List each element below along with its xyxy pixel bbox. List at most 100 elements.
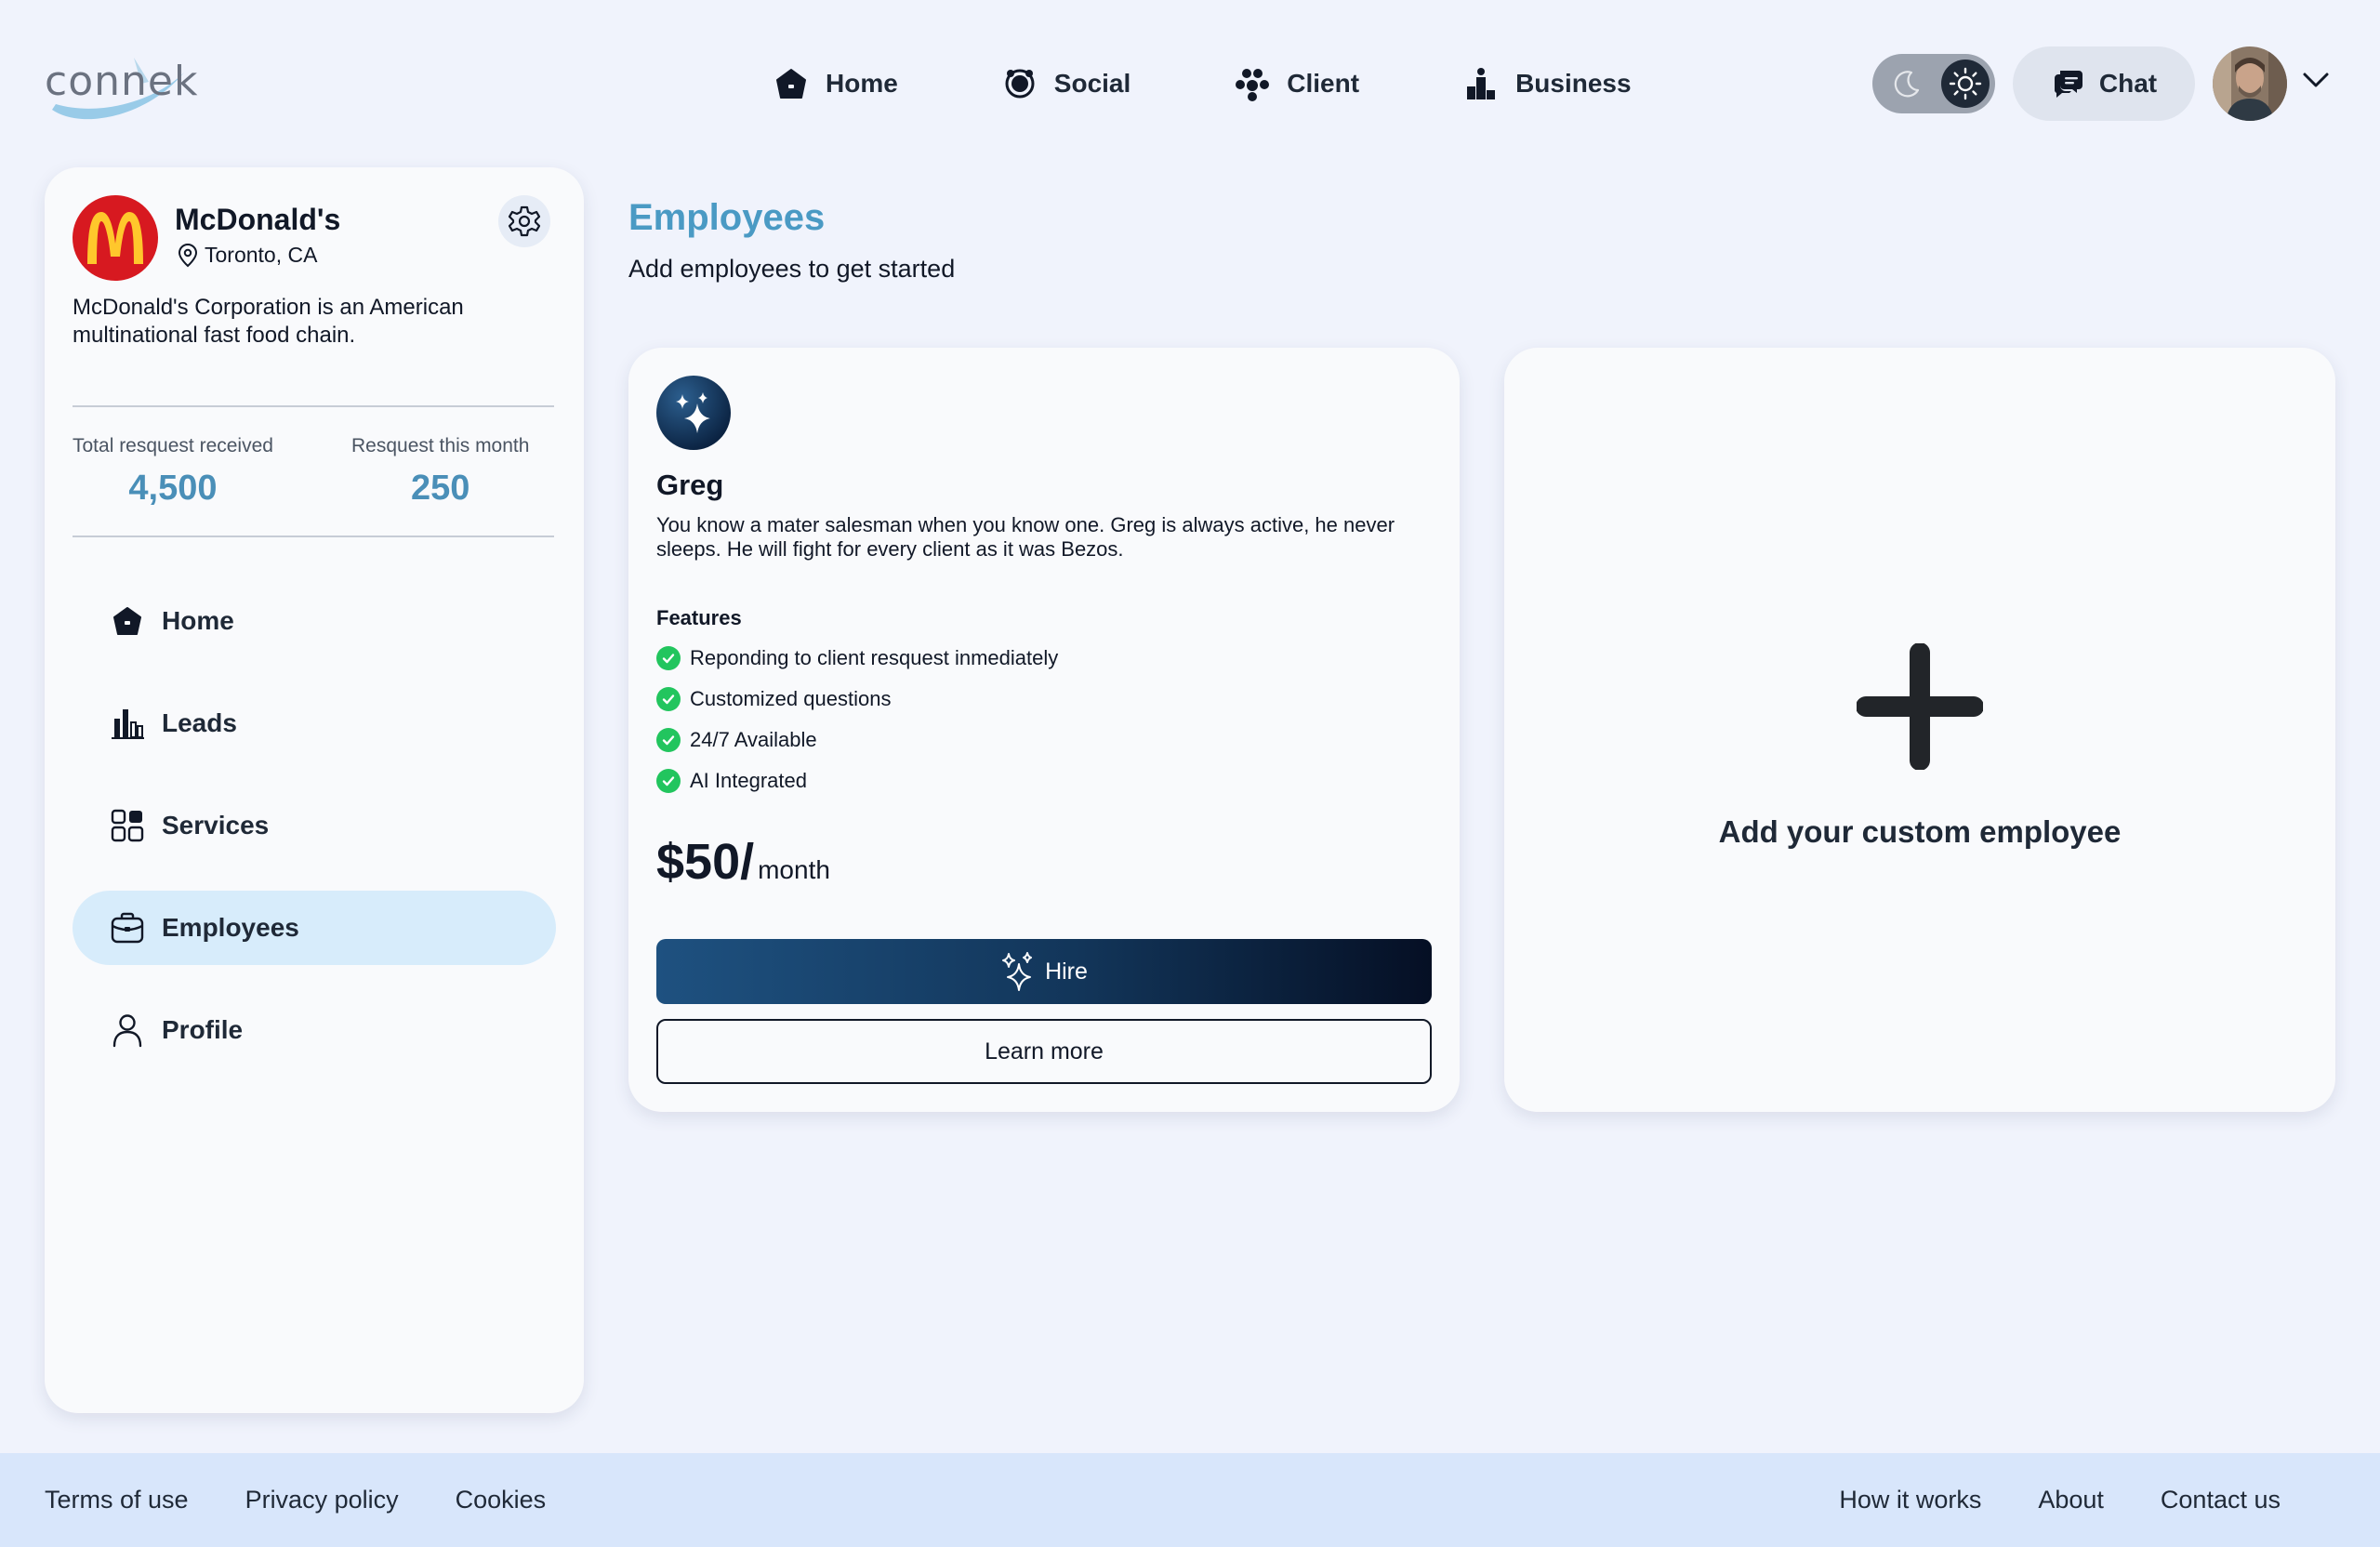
- stat-value: 4,500: [128, 469, 218, 508]
- sidebar-item-label: Profile: [162, 1015, 244, 1044]
- top-nav-label: Social: [1053, 69, 1131, 98]
- home-icon: [776, 69, 806, 99]
- sidebar-divider: [73, 405, 554, 407]
- footer-link-contact[interactable]: Contact us: [2161, 1486, 2281, 1514]
- check-circle-icon: [656, 769, 681, 793]
- sidebar-item-label: Employees: [162, 913, 299, 942]
- feature-label: Reponding to client resquest inmediately: [690, 646, 1059, 669]
- features-title: Features: [656, 606, 742, 629]
- stat-value: 250: [411, 469, 470, 508]
- top-nav-label: Client: [1287, 69, 1360, 98]
- add-custom-employee-label: Add your custom employee: [1718, 814, 2122, 849]
- check-circle-icon: [656, 728, 681, 752]
- theme-toggle[interactable]: [1872, 54, 1995, 113]
- services-grid-icon: [111, 809, 144, 842]
- feature-label: AI Integrated: [690, 769, 807, 792]
- sparkles-icon: [676, 392, 710, 433]
- briefcase-icon: [111, 912, 144, 944]
- price-unit: month: [758, 855, 830, 884]
- settings-button[interactable]: [498, 195, 550, 247]
- top-nav-home[interactable]: Home: [774, 66, 898, 101]
- footer-link-how-it-works[interactable]: How it works: [1839, 1486, 1981, 1514]
- company-description: McDonald's Corporation is an American mu…: [73, 295, 464, 348]
- chat-button[interactable]: Chat: [2013, 46, 2195, 121]
- employee-avatar: [656, 376, 731, 450]
- top-nav-client[interactable]: Client: [1235, 66, 1359, 101]
- company-location-label: Toronto, CA: [205, 242, 318, 267]
- chevron-down-icon[interactable]: [2302, 71, 2330, 89]
- footer-link-terms[interactable]: Terms of use: [45, 1486, 189, 1514]
- top-nav-social[interactable]: Social: [1002, 66, 1130, 101]
- company-location: Toronto, CA: [175, 242, 317, 268]
- chat-label: Chat: [2098, 69, 2158, 98]
- check-circle-icon: [656, 646, 681, 670]
- sidebar-item-leads[interactable]: Leads: [73, 686, 556, 760]
- user-avatar[interactable]: [2213, 46, 2287, 121]
- feature-label: 24/7 Available: [690, 728, 817, 751]
- company-logo: [73, 195, 158, 281]
- sidebar-item-label: Leads: [162, 708, 237, 737]
- footer-right-links: How it works About Contact us: [1839, 1453, 2281, 1547]
- plus-icon: [1857, 643, 1983, 770]
- footer: Terms of use Privacy policy Cookies How …: [0, 1453, 2380, 1547]
- footer-link-cookies[interactable]: Cookies: [456, 1486, 547, 1514]
- page-title: Employees: [628, 197, 826, 238]
- employee-price: $50/ month: [656, 833, 830, 891]
- feature-item: 24/7 Available: [656, 720, 1058, 760]
- logo-text: connek: [45, 58, 199, 105]
- learn-more-label: Learn more: [985, 1038, 1104, 1064]
- employee-name: Greg: [656, 469, 724, 501]
- gear-icon: [508, 205, 541, 237]
- chat-icon: [2054, 71, 2082, 98]
- add-custom-employee-card[interactable]: Add your custom employee: [1504, 348, 2335, 1112]
- top-nav: Home Social Client Business: [774, 58, 1632, 110]
- sun-icon: [1949, 67, 1982, 100]
- sidebar-item-label: Home: [162, 606, 234, 635]
- user-icon: [112, 1014, 142, 1048]
- company-name: McDonald's: [175, 203, 341, 236]
- user-photo: [2213, 46, 2287, 121]
- learn-more-button[interactable]: Learn more: [656, 1019, 1432, 1084]
- employee-description: You know a mater salesman when you know …: [656, 513, 1395, 561]
- stat-total-requests: Total resquest received 4,500: [73, 435, 273, 509]
- moon-icon: [1894, 71, 1920, 98]
- sidebar-item-label: Services: [162, 811, 270, 840]
- stat-label: Resquest this month: [351, 435, 530, 456]
- top-nav-label: Business: [1515, 69, 1632, 98]
- check-circle-icon: [656, 687, 681, 711]
- golden-arches-logo: [87, 212, 143, 264]
- feature-item: Customized questions: [656, 679, 1058, 720]
- sidebar-nav: Home Leads Services Employees Profile: [73, 584, 556, 1095]
- connek-logo[interactable]: connek: [45, 45, 203, 125]
- price-amount: $50/: [656, 834, 755, 890]
- top-bar: connek Home Social Client Business Chat: [0, 0, 2380, 167]
- hire-button[interactable]: Hire: [656, 939, 1432, 1004]
- location-pin-icon: [178, 243, 198, 268]
- feature-label: Customized questions: [690, 687, 892, 710]
- sidebar: McDonald's Toronto, CA McDonald's Corpor…: [45, 167, 584, 1413]
- top-nav-label: Home: [826, 69, 898, 98]
- page-subtitle: Add employees to get started: [628, 255, 956, 283]
- hire-label: Hire: [1045, 958, 1088, 985]
- footer-left-links: Terms of use Privacy policy Cookies: [45, 1453, 546, 1547]
- home-icon: [113, 607, 141, 635]
- sidebar-item-services[interactable]: Services: [73, 788, 556, 863]
- employee-card-greg: Greg You know a mater salesman when you …: [628, 348, 1460, 1112]
- footer-link-about[interactable]: About: [2038, 1486, 2104, 1514]
- client-icon: [1236, 69, 1270, 101]
- theme-toggle-knob[interactable]: [1941, 60, 1990, 108]
- footer-link-privacy[interactable]: Privacy policy: [245, 1486, 399, 1514]
- stat-month-requests: Resquest this month 250: [351, 435, 529, 509]
- social-icon: [1005, 69, 1035, 99]
- top-nav-business[interactable]: Business: [1463, 66, 1632, 101]
- sidebar-item-home[interactable]: Home: [73, 584, 556, 658]
- feature-item: AI Integrated: [656, 760, 1058, 801]
- sidebar-item-profile[interactable]: Profile: [73, 993, 556, 1067]
- stat-label: Total resquest received: [73, 435, 273, 456]
- feature-item: Reponding to client resquest inmediately: [656, 638, 1058, 679]
- leads-chart-icon: [112, 709, 144, 739]
- business-icon: [1467, 68, 1496, 99]
- sidebar-item-employees[interactable]: Employees: [73, 891, 556, 965]
- sidebar-divider: [73, 536, 554, 537]
- sparkles-icon: [1002, 952, 1033, 991]
